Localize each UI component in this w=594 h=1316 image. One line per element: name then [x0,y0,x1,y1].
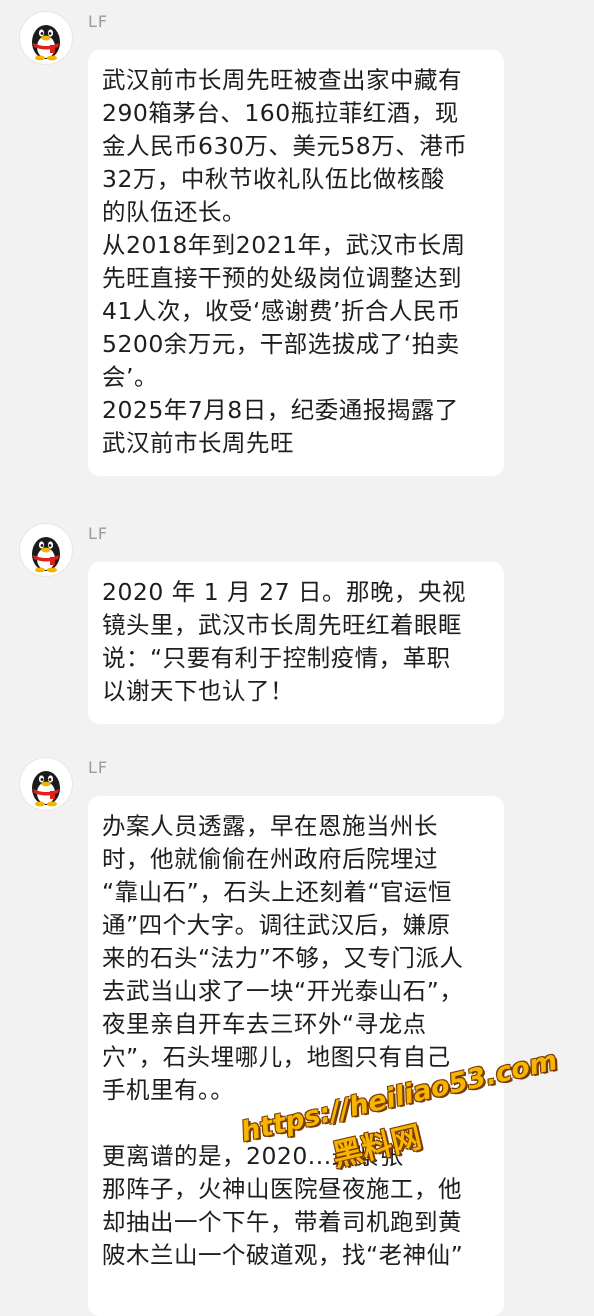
text-line: 时，他就偷偷在州政府后院埋过 [102,845,438,873]
text-line: 说：“只要有利于控制疫情，革职 [102,644,451,672]
text-line: 武汉前市长周先旺 [102,429,294,457]
text-line: 办案人员透露，早在恩施当州长 [102,812,438,840]
text-line: 会’。 [102,363,158,391]
qq-penguin-icon [32,25,60,61]
avatar[interactable] [20,12,72,64]
text-line: 32万，中秋节收礼队伍比做核酸 [102,165,445,193]
text-line: 更离谱的是，2020...最紧张 [102,1142,404,1170]
sender-name: LF [88,12,109,31]
message-paragraph: 办案人员透露，早在恩施当州长 时，他就偷偷在州政府后院埋过 “靠山石”，石头上还… [102,810,490,1107]
text-line: 41人次，收受‘感谢费’折合人民币 [102,297,461,325]
message-paragraph: 从2018年到2021年，武汉市长周 先旺直接干预的处级岗位调整达到 41人次，… [102,229,490,394]
text-line: 以谢天下也认了！ [102,677,294,705]
text-line: 穴”，石头埋哪儿，地图只有自己 [102,1043,451,1071]
message-bubble[interactable]: 2020 年 1 月 27 日。那晚，央视 镜头里，武汉市长周先旺红着眼眶 说：… [88,562,504,724]
text-line: 通”四个大字。调往武汉后，嫌原 [102,911,451,939]
text-line: 夜里亲自开车去三环外“寻龙点 [102,1010,427,1038]
avatar[interactable] [20,758,72,810]
message-paragraph: 武汉前市长周先旺被查出家中藏有 290箱茅台、160瓶拉菲红酒，现 金人民币63… [102,64,490,229]
text-line: 的队伍还长。 [102,198,246,226]
text-line: 先旺直接干预的处级岗位调整达到 [102,264,462,292]
text-line: 金人民币630万、美元58万、港币 [102,132,468,160]
text-line: 2025年7月8日，纪委通报揭露了 [102,396,459,424]
text-line: 去武当山求了一块“开光泰山石”， [102,977,464,1005]
sender-name: LF [88,524,109,543]
text-line: 陂木兰山一个破道观，找“老神仙” [102,1241,464,1269]
message-paragraph: 2020 年 1 月 27 日。那晚，央视 镜头里，武汉市长周先旺红着眼眶 说：… [102,576,490,708]
text-line: 来的石头“法力”不够，又专门派人 [102,944,464,972]
text-line: 那阵子，火神山医院昼夜施工，他 [102,1175,462,1203]
text-line: 却抽出一个下午，带着司机跑到黄 [102,1208,462,1236]
text-line: “靠山石”，石头上还刻着“官运恒 [102,878,453,906]
message-bubble[interactable]: 武汉前市长周先旺被查出家中藏有 290箱茅台、160瓶拉菲红酒，现 金人民币63… [88,50,504,476]
text-line: 镜头里，武汉市长周先旺红着眼眶 [102,611,462,639]
text-line: 手机里有。。 [102,1076,235,1104]
sender-name: LF [88,758,109,777]
message-paragraph: 更离谱的是，2020...最紧张 那阵子，火神山医院昼夜施工，他 却抽出一个下午… [102,1140,490,1272]
qq-penguin-icon [32,537,60,573]
message-paragraph: 2025年7月8日，纪委通报揭露了 武汉前市长周先旺 [102,394,490,460]
text-line: 武汉前市长周先旺被查出家中藏有 [102,66,462,94]
text-line: 5200余万元，干部选拔成了‘拍卖 [102,330,460,358]
avatar[interactable] [20,524,72,576]
text-line: 2020 年 1 月 27 日。那晚，央视 [102,578,467,606]
message-bubble[interactable]: 办案人员透露，早在恩施当州长 时，他就偷偷在州政府后院埋过 “靠山石”，石头上还… [88,796,504,1316]
text-line: 从2018年到2021年，武汉市长周 [102,231,466,259]
text-line: 290箱茅台、160瓶拉菲红酒，现 [102,99,459,127]
qq-penguin-icon [32,771,60,807]
